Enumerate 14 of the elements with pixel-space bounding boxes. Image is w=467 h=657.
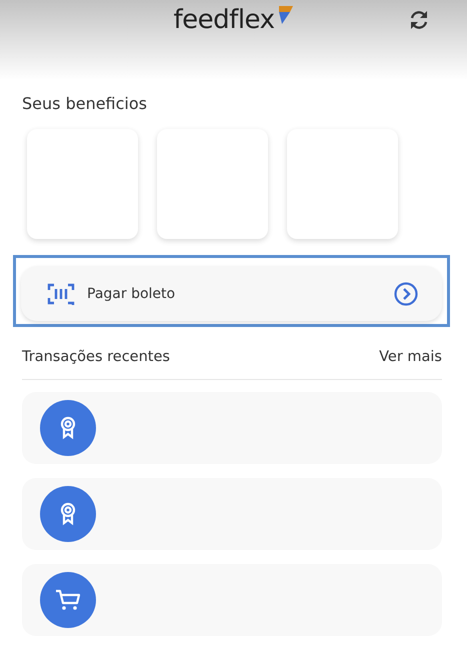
logo: feedflex [174, 4, 274, 36]
cart-icon [40, 572, 96, 628]
award-icon [40, 400, 96, 456]
chevron-circle-icon [394, 282, 418, 306]
section-title: Seus beneficios [22, 94, 148, 113]
transaction-row[interactable] [22, 478, 442, 550]
refresh-icon[interactable] [408, 9, 430, 31]
see-more-link[interactable]: Ver mais [379, 349, 442, 365]
award-icon [40, 486, 96, 542]
transaction-row[interactable] [22, 564, 442, 636]
pay-bill-button[interactable]: Pagar boleto [21, 266, 442, 321]
section-title: Transações recentes [22, 349, 170, 365]
transaction-row[interactable] [22, 392, 442, 464]
barcode-scan-icon [47, 282, 75, 304]
